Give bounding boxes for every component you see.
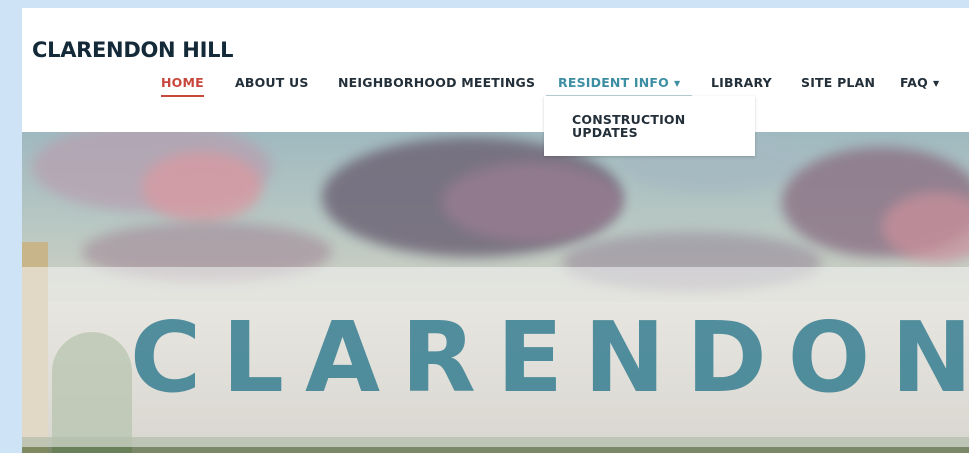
nav-item-faq-label: FAQ	[900, 75, 929, 90]
page-frame: CLARENDON HILL HOME ABOUT US NEIGHBORHOO…	[22, 8, 969, 453]
chevron-down-icon: ▼	[673, 79, 681, 88]
nav-item-resident-info-label: RESIDENT INFO	[558, 75, 669, 90]
site-title[interactable]: CLARENDON HILL	[32, 38, 234, 62]
nav-item-home[interactable]: HOME	[161, 75, 204, 97]
nav-item-resident-info[interactable]: RESIDENT INFO ▼	[545, 75, 693, 97]
hero-cloud	[442, 162, 622, 242]
nav-item-neighborhood-meetings[interactable]: NEIGHBORHOOD MEETINGS	[338, 75, 535, 90]
resident-info-dropdown: CONSTRUCTION UPDATES	[544, 96, 755, 156]
hero-cloud	[142, 152, 262, 222]
nav-item-site-plan[interactable]: SITE PLAN	[801, 75, 875, 90]
hero-headline: CLARENDON	[130, 301, 969, 414]
main-nav: HOME ABOUT US NEIGHBORHOOD MEETINGS RESI…	[22, 75, 969, 97]
hero-banner: CLARENDON	[22, 132, 969, 453]
nav-item-about-us[interactable]: ABOUT US	[235, 75, 309, 90]
chevron-down-icon: ▼	[933, 79, 940, 88]
nav-item-faq[interactable]: FAQ ▼	[900, 75, 939, 90]
dropdown-item-construction-updates[interactable]: CONSTRUCTION UPDATES	[572, 113, 722, 139]
nav-item-library[interactable]: LIBRARY	[711, 75, 772, 90]
